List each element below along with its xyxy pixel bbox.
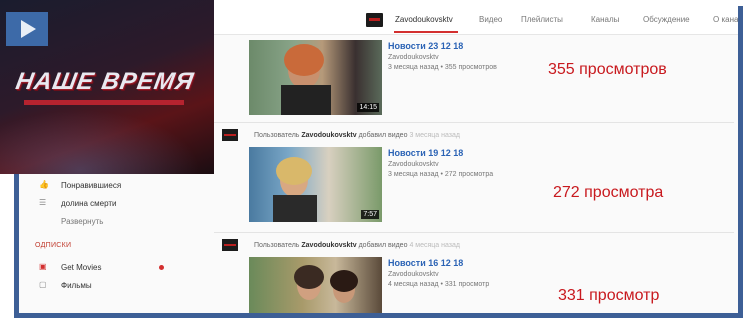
views-annotation: 272 просмотра (553, 184, 664, 201)
notice-time: 4 месяца назад (409, 242, 460, 249)
video-channel-link[interactable]: Zavodoukovsktv (388, 271, 439, 278)
video-thumbnail[interactable]: 7:57 (249, 147, 382, 222)
tab-playlists[interactable]: Плейлисты (521, 15, 563, 24)
person-thumbnail-image (294, 265, 358, 303)
views-annotation: 355 просмотров (548, 61, 667, 78)
notice-user: Пользователь (254, 132, 300, 139)
tab-discussion[interactable]: Обсуждение (643, 15, 690, 24)
tab-channels[interactable]: Каналы (591, 15, 619, 24)
tab-videos[interactable]: Видео (479, 15, 502, 24)
feed-divider (214, 232, 734, 233)
notice-action: добавил видео (358, 132, 408, 139)
sidebar-item-label: Развернуть (61, 217, 104, 226)
tab-home[interactable]: Zavodoukovsktv (395, 15, 453, 24)
upload-notice: Пользователь Zavodoukovsktv добавил виде… (254, 132, 460, 139)
channel-icon: ▢ (39, 280, 47, 289)
sidebar-item-label: Фильмы (61, 281, 92, 290)
feed-divider (214, 122, 734, 123)
video-thumbnail[interactable]: 14:15 (249, 40, 382, 115)
sidebar-item-label: долина смерти (61, 199, 117, 208)
play-icon (6, 12, 48, 46)
active-tab-indicator (394, 31, 458, 33)
list-icon: ☰ (39, 198, 47, 207)
subscriptions-heading: ОДПИСКИ (35, 242, 72, 249)
channel-logo: НАШЕ ВРЕМЯ (0, 0, 214, 174)
new-content-dot (159, 265, 164, 270)
thumbs-up-icon: 👍 (39, 180, 49, 189)
notice-channel-link[interactable]: Zavodoukovsktv (301, 242, 356, 249)
logo-accent-bar (24, 100, 184, 105)
sidebar-item-label: Get Movies (61, 263, 102, 272)
upload-notice: Пользователь Zavodoukovsktv добавил виде… (254, 242, 460, 249)
video-meta: 3 месяца назад • 355 просмотров (388, 64, 497, 71)
logo-text: НАШЕ ВРЕМЯ (13, 68, 197, 95)
tab-about[interactable]: О кана (713, 15, 738, 24)
video-channel-link[interactable]: Zavodoukovsktv (388, 54, 439, 61)
video-meta: 3 месяца назад • 272 просмотра (388, 171, 494, 178)
video-title-link[interactable]: Новости 19 12 18 (388, 148, 463, 158)
video-title-link[interactable]: Новости 16 12 18 (388, 258, 463, 268)
notice-time: 3 месяца назад (409, 132, 460, 139)
channel-avatar[interactable] (366, 13, 383, 27)
logo-glow (0, 110, 200, 174)
poster-avatar[interactable] (222, 239, 238, 251)
video-channel-link[interactable]: Zavodoukovsktv (388, 161, 439, 168)
video-meta: 4 месяца назад • 331 просмотр (388, 281, 490, 288)
notice-channel-link[interactable]: Zavodoukovsktv (301, 132, 356, 139)
sidebar-item-label: Понравившиеся (61, 181, 122, 190)
video-duration: 14:15 (357, 103, 379, 112)
video-thumbnail[interactable] (249, 257, 382, 313)
views-annotation: 331 просмотр (558, 287, 660, 304)
channel-icon: ▣ (39, 262, 47, 271)
notice-user: Пользователь (254, 242, 300, 249)
video-duration: 7:57 (361, 210, 379, 219)
poster-avatar[interactable] (222, 129, 238, 141)
video-title-link[interactable]: Новости 23 12 18 (388, 41, 463, 51)
notice-action: добавил видео (358, 242, 408, 249)
